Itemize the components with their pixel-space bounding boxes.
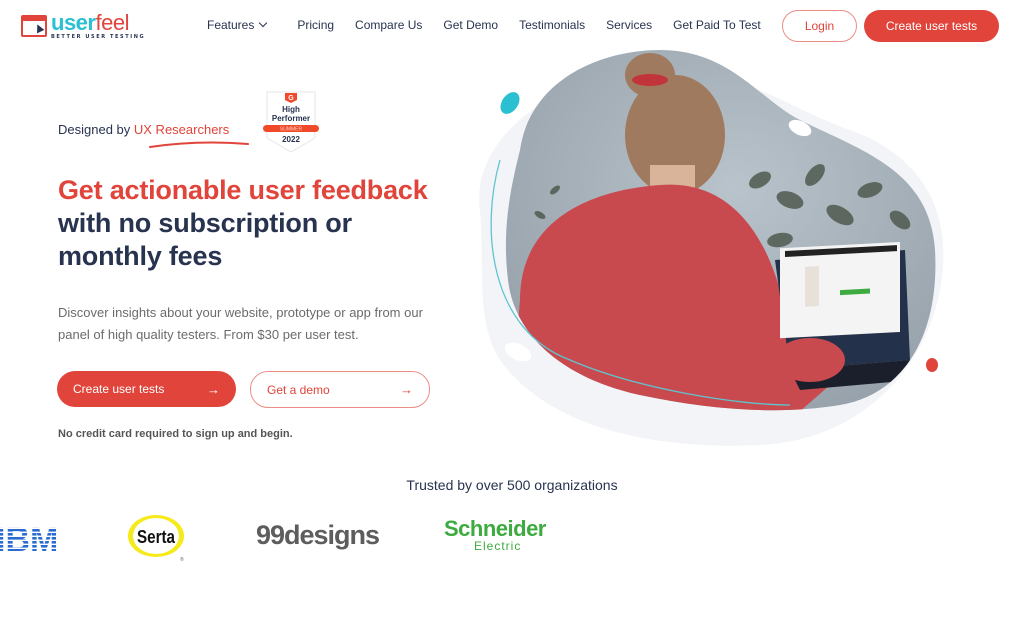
userfeel-logo[interactable]: userfeel BETTER USER TESTING bbox=[21, 12, 145, 40]
hero-photo bbox=[505, 50, 936, 411]
svg-text:IBM: IBM bbox=[0, 521, 58, 555]
get-a-demo-button[interactable]: Get a demo → bbox=[250, 371, 430, 408]
swoosh-underline-icon bbox=[149, 141, 249, 148]
arrow-right-icon: → bbox=[207, 381, 220, 397]
no-credit-card-note: No credit card required to sign up and b… bbox=[58, 428, 293, 440]
arrow-right-icon: → bbox=[400, 382, 413, 397]
red-dot-icon bbox=[926, 358, 938, 372]
main-nav: Features Pricing Compare Us Get Demo Tes… bbox=[207, 18, 782, 32]
hero-subtext: Discover insights about your website, pr… bbox=[58, 305, 423, 342]
99designs-logo: 99designs bbox=[256, 520, 380, 550]
schneider-electric-logo: Schneider Electric bbox=[444, 516, 546, 553]
nav-item-get-paid-to-test[interactable]: Get Paid To Test bbox=[673, 18, 761, 32]
headline-red-line: Get actionable user feedback bbox=[58, 175, 428, 205]
svg-text:®: ® bbox=[180, 556, 184, 563]
serta-logo: Serta ® bbox=[128, 515, 184, 563]
hero-illustration bbox=[479, 50, 944, 446]
nav-item-testimonials[interactable]: Testimonials bbox=[519, 18, 585, 32]
nav-item-compare-us[interactable]: Compare Us bbox=[355, 18, 422, 32]
create-user-tests-nav-button[interactable]: Create user tests bbox=[864, 10, 999, 42]
headline-line-2: with no subscription or bbox=[58, 208, 352, 238]
login-button[interactable]: Login bbox=[782, 10, 857, 42]
logo-tagline: BETTER USER TESTING bbox=[51, 34, 146, 40]
svg-text:Serta: Serta bbox=[137, 527, 176, 547]
g2-logo-text: G bbox=[288, 95, 294, 102]
headline-line-3: monthly fees bbox=[58, 241, 223, 271]
nav-item-features[interactable]: Features bbox=[207, 18, 268, 32]
designed-by-text: Designed by UX Researchers bbox=[58, 122, 230, 137]
badge-season: SUMMER bbox=[280, 127, 303, 133]
nav-item-get-demo[interactable]: Get Demo bbox=[443, 18, 498, 32]
badge-year: 2022 bbox=[282, 135, 300, 144]
trusted-by-heading: Trusted by over 500 organizations bbox=[406, 477, 618, 493]
teal-dot-icon bbox=[500, 92, 520, 114]
ux-researchers-accent: UX Researchers bbox=[133, 122, 230, 137]
g2-high-performer-badge: G High Performer SUMMER 2022 bbox=[263, 91, 319, 153]
create-user-tests-hero-button[interactable]: Create user tests → bbox=[57, 371, 236, 407]
logo-word-user: user bbox=[51, 10, 96, 35]
badge-line2: Performer bbox=[272, 114, 310, 123]
nav-item-services[interactable]: Services bbox=[606, 18, 652, 32]
hero-headline: Get actionable user feedback with no sub… bbox=[58, 174, 428, 273]
browser-cursor-icon bbox=[21, 15, 47, 37]
chevron-down-icon bbox=[259, 18, 268, 28]
ibm-logo: IBM bbox=[0, 521, 58, 555]
logo-word-feel: feel bbox=[95, 10, 129, 35]
nav-item-pricing[interactable]: Pricing bbox=[297, 18, 334, 32]
badge-line1: High bbox=[282, 105, 300, 114]
